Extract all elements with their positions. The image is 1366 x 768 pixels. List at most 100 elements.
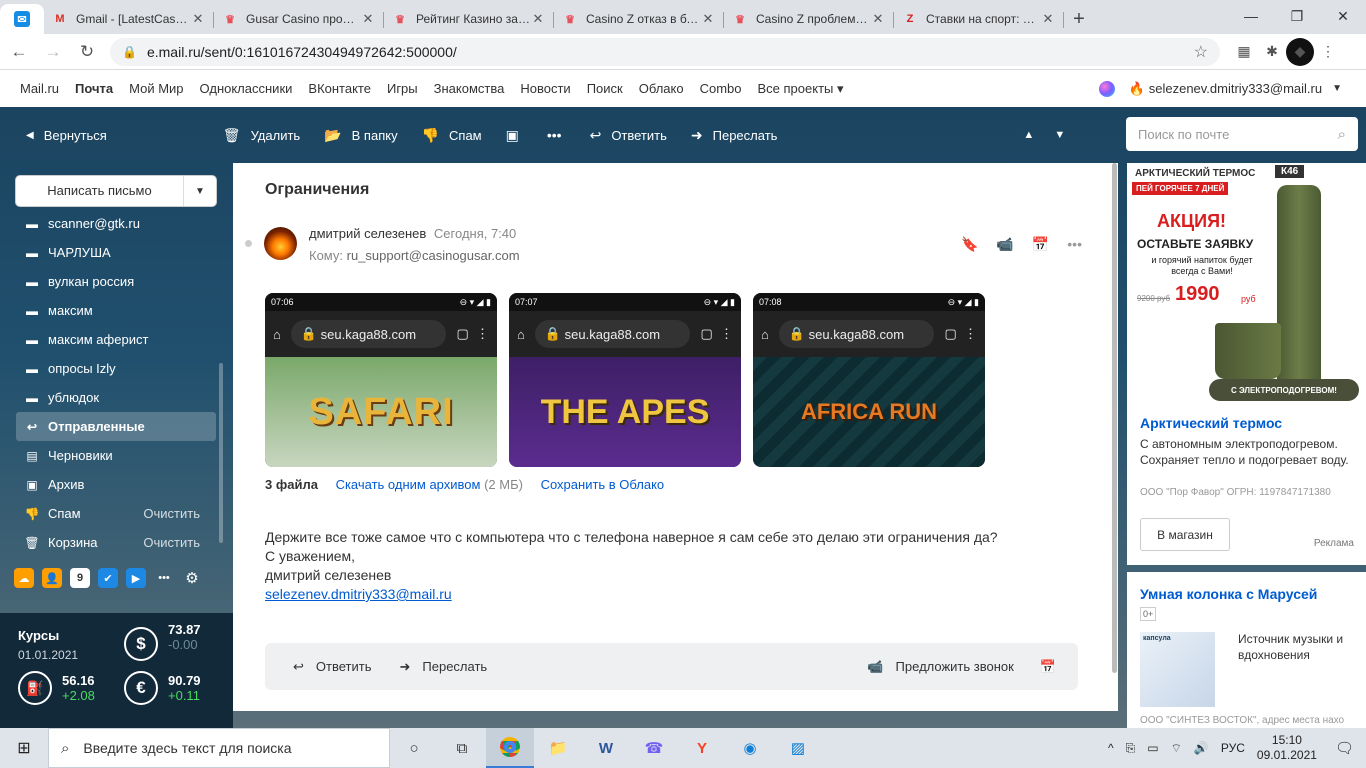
sidebar-folder[interactable]: ▬ ЧАРЛУША xyxy=(16,238,216,267)
sidebar-folder[interactable]: ▬ вулкан россия xyxy=(16,267,216,296)
portal-link[interactable]: Одноклассники xyxy=(200,81,293,97)
cloud-app-icon[interactable]: ☁ xyxy=(14,568,34,588)
chevron-down-icon[interactable]: ▼ xyxy=(1332,83,1342,94)
chrome-icon[interactable] xyxy=(486,728,534,768)
bookmark-icon[interactable]: 🔖 xyxy=(961,236,978,253)
compose-button[interactable]: Написать письмо ▼ xyxy=(16,176,216,206)
sender-avatar[interactable] xyxy=(264,227,297,260)
move-to-folder-button[interactable]: 📂 В папку xyxy=(324,127,397,144)
portal-link[interactable]: Мой Мир xyxy=(129,81,183,97)
bookmark-star-icon[interactable]: ☆ xyxy=(1194,42,1208,62)
back-button[interactable]: ◀ Вернуться xyxy=(26,128,107,143)
maximize-icon[interactable]: ❐ xyxy=(1274,0,1320,32)
archive-button[interactable]: ▣ xyxy=(506,127,529,144)
new-tab-button[interactable]: + xyxy=(1064,4,1094,34)
sidebar-folder[interactable]: ▣ Архив xyxy=(16,470,216,499)
portal-link[interactable]: Знакомства xyxy=(434,81,505,97)
message-scrollbar[interactable] xyxy=(1110,163,1118,711)
extension-icon[interactable]: ▦ xyxy=(1230,38,1258,66)
ad-thermos[interactable]: АРКТИЧЕСКИЙ ТЕРМОС К46 ПЕЙ ГОРЯЧЕЕ 7 ДНЕ… xyxy=(1127,163,1366,565)
user-avatar-icon[interactable]: 🔥 xyxy=(1129,81,1145,97)
search-icon[interactable]: ⌕ xyxy=(1338,126,1346,143)
sender-name[interactable]: дмитрий селезенев xyxy=(309,226,426,241)
propose-call-button[interactable]: 📹 Предложить звонок xyxy=(867,659,1013,675)
portal-link[interactable]: Поиск xyxy=(587,81,623,97)
calendar-app-icon[interactable]: 9 xyxy=(70,568,90,588)
volume-icon[interactable]: 🔊 xyxy=(1194,741,1209,755)
portal-link[interactable]: Почта xyxy=(75,81,113,97)
browser-tab[interactable]: M Gmail - [LatestCasinoB ✕ xyxy=(44,4,214,34)
sidebar-folder[interactable]: ▬ максим аферист xyxy=(16,325,216,354)
reply-button[interactable]: ↩ Ответить xyxy=(590,127,667,144)
download-archive-link[interactable]: Скачать одним архивом xyxy=(336,477,481,492)
ad-speaker[interactable]: Умная колонка с Марусей 0+ капсула Источ… xyxy=(1127,572,1366,728)
video-camera-icon[interactable]: 📹 xyxy=(996,236,1013,253)
spam-button[interactable]: 👎 Спам xyxy=(422,127,482,144)
forward-button[interactable]: ➜ Переслать xyxy=(691,127,778,144)
browser-tab[interactable]: ♛ Рейтинг Казино за Ян ✕ xyxy=(384,4,554,34)
close-tab-icon[interactable]: ✕ xyxy=(700,11,716,27)
quick-forward-button[interactable]: ➜ Переслать xyxy=(399,659,487,675)
browser-tab[interactable]: ♛ Gusar Casino пробле ✕ xyxy=(214,4,384,34)
ad2-image[interactable]: капсула xyxy=(1140,632,1215,707)
clear-folder-button[interactable]: Очистить xyxy=(143,506,200,521)
calendar-icon[interactable]: 📅 xyxy=(1032,236,1049,253)
close-tab-icon[interactable]: ✕ xyxy=(870,11,886,27)
oil-rate[interactable]: ⛽ 56.16 +2.08 xyxy=(18,671,95,705)
more-apps-icon[interactable]: ••• xyxy=(154,568,174,588)
clock[interactable]: 15:10 09.01.2021 xyxy=(1257,733,1317,763)
ad-title[interactable]: Арктический термос xyxy=(1140,415,1282,431)
attachment-thumbnail[interactable]: 07:06 ⊖ ▾ ◢ ▮ ⌂ 🔒 seu.kaga88.com ▢ ⋮ SAFARI xyxy=(265,293,497,467)
video-call-app-icon[interactable]: ▶ xyxy=(126,568,146,588)
delete-button[interactable]: 🗑 Удалить xyxy=(223,127,300,144)
menu-kebab-icon[interactable]: ⋮ xyxy=(1314,38,1342,66)
ad-thermos-image[interactable]: АРКТИЧЕСКИЙ ТЕРМОС К46 ПЕЙ ГОРЯЧЕЕ 7 ДНЕ… xyxy=(1127,163,1366,408)
browser-tab[interactable]: Z Ставки на спорт: пра ✕ xyxy=(894,4,1064,34)
viber-icon[interactable]: ☎ xyxy=(630,728,678,768)
url-input[interactable]: 🔒 e.mail.ru/sent/0:16101672430494972642:… xyxy=(110,37,1220,66)
sidebar-folder[interactable]: ▬ ублюдок xyxy=(16,383,216,412)
prev-message-button[interactable]: ▲ xyxy=(1023,129,1034,141)
file-explorer-icon[interactable]: 📁 xyxy=(534,728,582,768)
sidebar-folder[interactable]: ▬ scanner@gtk.ru xyxy=(16,209,216,238)
recipient-email[interactable]: ru_support@casinogusar.com xyxy=(347,248,520,263)
language-indicator[interactable]: РУС xyxy=(1221,741,1245,755)
sidebar-scrollbar[interactable] xyxy=(219,363,223,543)
close-tab-icon[interactable]: ✕ xyxy=(1040,11,1056,27)
tasks-app-icon[interactable]: ✔ xyxy=(98,568,118,588)
sidebar-folder[interactable]: 🗑 Корзина Очистить xyxy=(16,528,216,557)
cortana-icon[interactable]: ○ xyxy=(390,728,438,768)
sidebar-folder[interactable]: 👎 Спам Очистить xyxy=(16,499,216,528)
more-button[interactable]: ••• xyxy=(547,127,572,143)
ad2-title[interactable]: Умная колонка с Марусей xyxy=(1140,586,1317,602)
task-view-icon[interactable]: ⧉ xyxy=(438,728,486,768)
sidebar-folder[interactable]: ▤ Черновики xyxy=(16,441,216,470)
calendar-icon[interactable]: 📅 xyxy=(1040,659,1056,675)
reload-icon[interactable]: ↻ xyxy=(72,37,102,67)
back-arrow-icon[interactable]: ← xyxy=(4,37,34,67)
settings-gear-icon[interactable]: ⚙ xyxy=(182,568,202,588)
close-tab-icon[interactable]: ✕ xyxy=(360,11,376,27)
portal-link[interactable]: Облако xyxy=(639,81,684,97)
quick-reply-button[interactable]: ↩ Ответить xyxy=(293,659,371,675)
portal-link[interactable]: Mail.ru xyxy=(20,81,59,97)
minimize-icon[interactable]: — xyxy=(1228,0,1274,32)
edge-icon[interactable]: ◉ xyxy=(726,728,774,768)
sidebar-folder[interactable]: ▬ опросы Izly xyxy=(16,354,216,383)
user-email[interactable]: selezenev.dmitriy333@mail.ru xyxy=(1149,81,1322,96)
chevron-up-icon[interactable]: ^ xyxy=(1108,741,1114,755)
network-icon[interactable]: ⌔ xyxy=(1171,741,1182,756)
word-icon[interactable]: W xyxy=(582,728,630,768)
yandex-browser-icon[interactable]: Y xyxy=(678,728,726,768)
scrollbar-thumb[interactable] xyxy=(1112,163,1117,673)
browser-tab[interactable]: ♛ Casino Z проблемы с ✕ xyxy=(724,4,894,34)
photos-icon[interactable]: ▨ xyxy=(774,728,822,768)
windows-start-icon[interactable]: ⊞ xyxy=(0,728,48,768)
close-window-icon[interactable]: ✕ xyxy=(1320,0,1366,32)
unread-dot[interactable] xyxy=(245,240,252,247)
meet-now-icon[interactable]: ⎘ xyxy=(1126,741,1136,756)
puzzle-extensions-icon[interactable]: ✱ xyxy=(1258,38,1286,66)
signature-email-link[interactable]: selezenev.dmitriy333@mail.ru xyxy=(265,585,998,604)
sidebar-folder[interactable]: ↩ Отправленные xyxy=(16,412,216,441)
next-message-button[interactable]: ▼ xyxy=(1054,129,1065,141)
